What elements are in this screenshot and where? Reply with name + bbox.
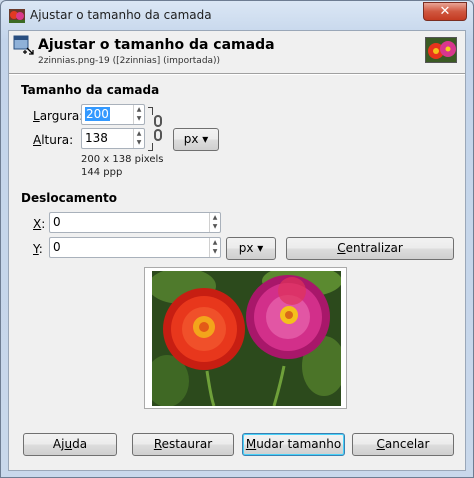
width-stepper[interactable]: ▲ ▼ [133,105,144,124]
increase-icon: ▲ [212,214,218,221]
header-separator [9,73,465,75]
x-offset-value[interactable]: 0 [53,215,61,229]
increase-icon: ▲ [136,130,142,137]
layer-thumbnail [425,37,457,63]
layer-size-heading: Tamanho da camada [21,83,160,97]
dropdown-arrow-icon: ▾ [257,241,264,255]
title-bar[interactable]: Ajustar o tamanho da camada ✕ [1,1,473,31]
size-unit-select[interactable]: px ▾ [173,128,219,151]
window-title: Ajustar o tamanho da camada [30,8,212,22]
resize-button[interactable]: Mudar tamanho [242,433,345,456]
height-spinbutton[interactable]: 138 ▲ ▼ [81,128,145,149]
chain-link-lower-icon[interactable] [154,129,162,141]
decrease-icon: ▼ [136,115,142,122]
close-icon: ✕ [439,4,451,19]
resolution-text: 144 ppp [81,167,123,178]
width-label: Largura: [33,109,84,123]
y-offset-spinbutton[interactable]: 0 ▲ ▼ [49,237,221,258]
decrease-icon: ▼ [212,248,218,255]
help-button[interactable]: Ajuda [23,433,117,456]
reset-button[interactable]: Restaurar [132,433,234,456]
chain-link-icon[interactable] [154,115,162,127]
dialog-body: Ajustar o tamanho da camada 2zinnias.png… [8,30,466,471]
offset-heading: Deslocamento [21,191,117,205]
app-icon [9,9,25,23]
offset-unit-select[interactable]: px ▾ [226,237,276,260]
increase-icon: ▲ [212,239,218,246]
image-info: 2zinnias.png-19 ([2zinnias] (importada)) [38,56,221,66]
close-button[interactable]: ✕ [423,2,467,21]
y-offset-value[interactable]: 0 [53,240,61,254]
layer-preview-image[interactable] [152,271,341,406]
center-button[interactable]: Centralizar [286,237,454,260]
chain-bracket-bottom [148,143,153,151]
decrease-icon: ▼ [212,223,218,230]
dropdown-arrow-icon: ▾ [202,132,209,146]
height-stepper[interactable]: ▲ ▼ [133,129,144,148]
dialog-title: Ajustar o tamanho da camada [38,37,275,53]
decrease-icon: ▼ [136,139,142,146]
size-pixels-text: 200 x 138 pixels [81,154,164,165]
height-label: Altura: [33,133,74,147]
preview-frame [144,267,347,409]
increase-icon: ▲ [136,106,142,113]
cancel-button[interactable]: Cancelar [352,433,454,456]
dialog-header: Ajustar o tamanho da camada 2zinnias.png… [9,31,465,73]
height-value[interactable]: 138 [85,131,108,145]
y-offset-label: Y: [33,242,43,256]
resize-layer-icon [13,35,35,57]
dialog-window: Ajustar o tamanho da camada ✕ Ajustar o … [0,0,474,478]
y-offset-stepper[interactable]: ▲ ▼ [209,238,220,257]
x-offset-spinbutton[interactable]: 0 ▲ ▼ [49,212,221,233]
width-spinbutton[interactable]: 200 ▲ ▼ [81,104,145,125]
x-offset-stepper[interactable]: ▲ ▼ [209,213,220,232]
chain-bracket-top [148,107,153,115]
width-value[interactable]: 200 [85,107,110,121]
x-offset-label: X: [33,217,46,231]
